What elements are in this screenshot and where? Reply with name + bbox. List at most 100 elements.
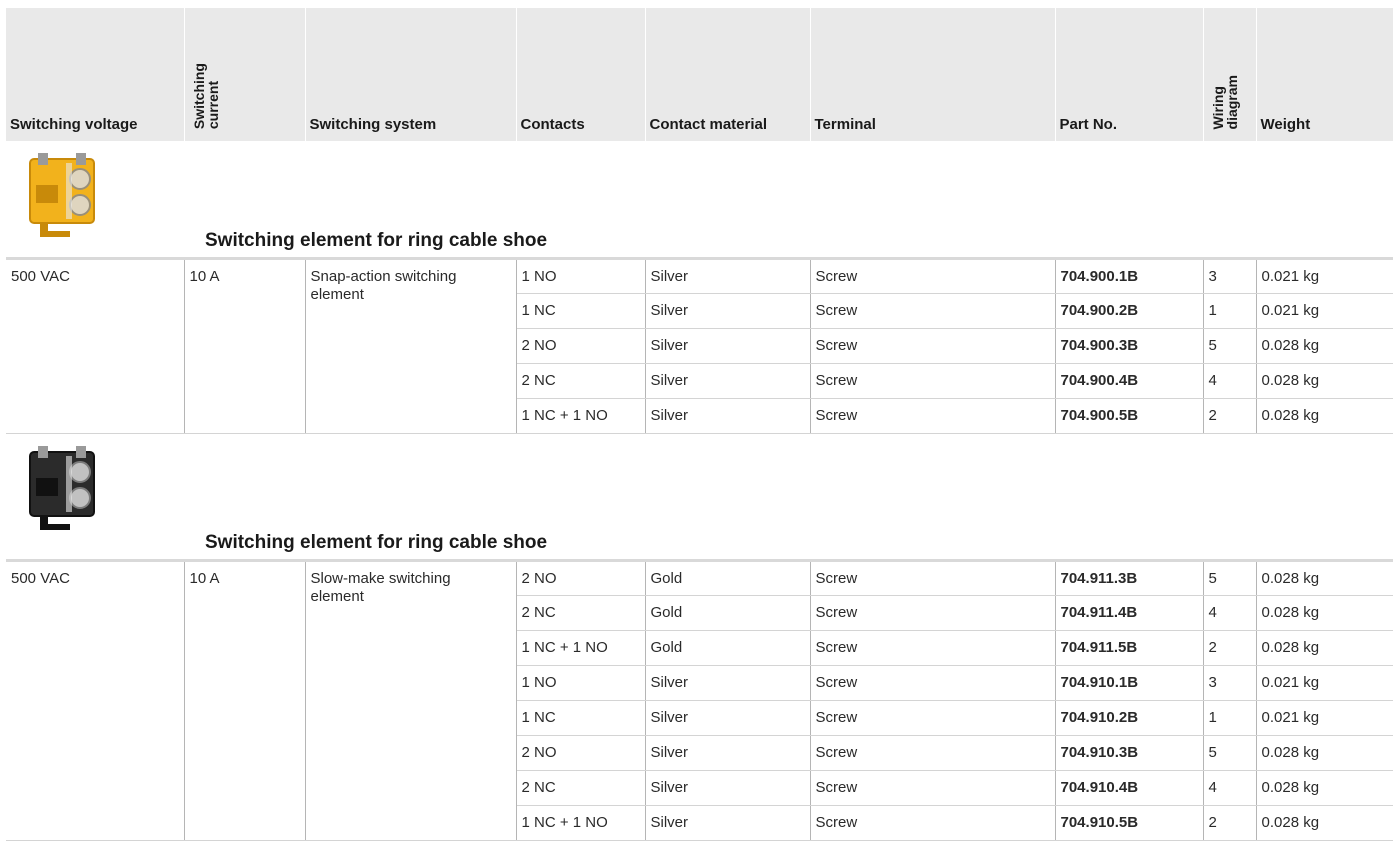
section-heading-row: Switching element for ring cable shoe [6, 141, 1393, 260]
switching-system-cell: Slow-make switching element [305, 560, 517, 841]
contacts-cell: 1 NC + 1 NO [516, 805, 646, 841]
wiring-diagram-cell: 4 [1203, 363, 1257, 399]
header-row: Switching voltage Switching current Swit… [6, 8, 1393, 141]
wiring-diagram-cell: 2 [1203, 398, 1257, 434]
contact-material-cell: Silver [645, 258, 811, 294]
contacts-cell: 2 NO [516, 735, 646, 771]
col-header-switching-voltage: Switching voltage [6, 8, 185, 141]
wiring-diagram-cell: 1 [1203, 700, 1257, 736]
section-title: Switching element for ring cable shoe [205, 229, 548, 251]
contacts-cell: 1 NC [516, 293, 646, 329]
part-no-cell: 704.911.5B [1055, 630, 1204, 666]
switching-element-image [29, 153, 95, 237]
weight-cell: 0.028 kg [1256, 630, 1393, 666]
wiring-diagram-cell: 5 [1203, 735, 1257, 771]
part-no-cell: 704.910.3B [1055, 735, 1204, 771]
wiring-diagram-cell: 1 [1203, 293, 1257, 329]
part-no-cell: 704.910.5B [1055, 805, 1204, 841]
section-heading-row: Switching element for ring cable shoe [6, 433, 1393, 562]
col-header-part-no: Part No. [1055, 8, 1204, 141]
table-row: 500 VAC 10 A Snap-action switching element… [6, 258, 1393, 434]
col-header-contact-material: Contact material [645, 8, 811, 141]
contact-material-cell: Gold [645, 595, 811, 631]
section-title: Switching element for ring cable shoe [205, 531, 548, 553]
col-header-weight: Weight [1260, 116, 1311, 133]
contacts-cell: 1 NO [516, 258, 646, 294]
wiring-diagram-cell: 2 [1203, 630, 1257, 666]
part-no-cell: 704.911.3B [1055, 560, 1204, 596]
contact-material-cell: Gold [645, 630, 811, 666]
terminal-cell: Screw [810, 258, 1056, 294]
wiring-diagram-cell: 5 [1203, 328, 1257, 364]
part-no-cell: 704.910.4B [1055, 770, 1204, 806]
contact-material-cell: Silver [645, 293, 811, 329]
switching-current-value: 10 A [189, 569, 220, 587]
wiring-diagram-cell: 3 [1203, 258, 1257, 294]
switching-voltage-cell: 500 VAC [6, 560, 185, 841]
terminal-cell: Screw [810, 595, 1056, 631]
part-no-cell: 704.910.1B [1055, 665, 1204, 701]
terminal-cell: Screw [810, 293, 1056, 329]
col-header-wiring-diagram: Wiring diagram [1203, 8, 1257, 141]
table-row: 500 VAC 10 A Slow-make switching element 2 … [6, 560, 1393, 841]
weight-cell: 0.028 kg [1256, 735, 1393, 771]
contact-material-cell: Silver [645, 770, 811, 806]
contact-material-cell: Silver [645, 665, 811, 701]
weight-cell: 0.021 kg [1256, 700, 1393, 736]
weight-cell: 0.028 kg [1256, 328, 1393, 364]
contacts-cell: 2 NC [516, 595, 646, 631]
weight-cell: 0.021 kg [1256, 258, 1393, 294]
part-no-cell: 704.900.1B [1055, 258, 1204, 294]
contact-material-cell: Silver [645, 398, 811, 434]
contact-material-cell: Silver [645, 328, 811, 364]
contacts-cell: 1 NC [516, 700, 646, 736]
section-heading-cell: Switching element for ring cable shoe [6, 141, 1393, 260]
switching-element-image [29, 445, 95, 530]
wiring-diagram-cell: 3 [1203, 665, 1257, 701]
terminal-cell: Screw [810, 735, 1056, 771]
contacts-cell: 2 NO [516, 328, 646, 364]
weight-cell: 0.028 kg [1256, 805, 1393, 841]
terminal-cell: Screw [810, 398, 1056, 434]
contact-material-cell: Silver [645, 700, 811, 736]
weight-cell: 0.028 kg [1256, 770, 1393, 806]
switching-system-cell: Snap-action switching element [305, 258, 517, 434]
product-image [22, 442, 108, 543]
part-no-cell: 704.900.5B [1055, 398, 1204, 434]
part-no-cell: 704.900.3B [1055, 328, 1204, 364]
weight-cell: 0.028 kg [1256, 398, 1393, 434]
terminal-cell: Screw [810, 805, 1056, 841]
terminal-cell: Screw [810, 700, 1056, 736]
terminal-cell: Screw [810, 328, 1056, 364]
contacts-cell: 2 NO [516, 560, 646, 596]
contact-material-cell: Silver [645, 805, 811, 841]
weight-cell: 0.028 kg [1256, 363, 1393, 399]
product-table-sheet: Switching voltage Switching current Swit… [6, 8, 1393, 841]
col-header-terminal: Terminal [810, 8, 1056, 141]
terminal-cell: Screw [810, 363, 1056, 399]
part-no-cell: 704.911.4B [1055, 595, 1204, 631]
part-no-cell: 704.910.2B [1055, 700, 1204, 736]
terminal-cell: Screw [810, 770, 1056, 806]
switching-system-value: Slow-make switching element [310, 569, 451, 605]
contacts-cell: 2 NC [516, 363, 646, 399]
wiring-diagram-cell: 4 [1203, 770, 1257, 806]
contact-material-cell: Silver [645, 735, 811, 771]
switching-voltage-value: 500 VAC [11, 569, 70, 587]
terminal-cell: Screw [810, 630, 1056, 666]
col-header-switching-system: Switching system [305, 8, 517, 141]
contacts-cell: 1 NC + 1 NO [516, 398, 646, 434]
switching-current-value: 10 A [189, 267, 220, 285]
section-heading-cell: Switching element for ring cable shoe [6, 433, 1393, 562]
product-table: Switching voltage Switching current Swit… [6, 8, 1393, 841]
switching-current-cell: 10 A [184, 560, 306, 841]
switching-system-value: Snap-action switching element [310, 267, 457, 303]
product-image [22, 149, 108, 250]
switching-voltage-value: 500 VAC [11, 267, 70, 285]
contact-material-cell: Gold [645, 560, 811, 596]
contacts-cell: 2 NC [516, 770, 646, 806]
wiring-diagram-cell: 4 [1203, 595, 1257, 631]
switching-voltage-cell: 500 VAC [6, 258, 185, 434]
contact-material-cell: Silver [645, 363, 811, 399]
terminal-cell: Screw [810, 560, 1056, 596]
